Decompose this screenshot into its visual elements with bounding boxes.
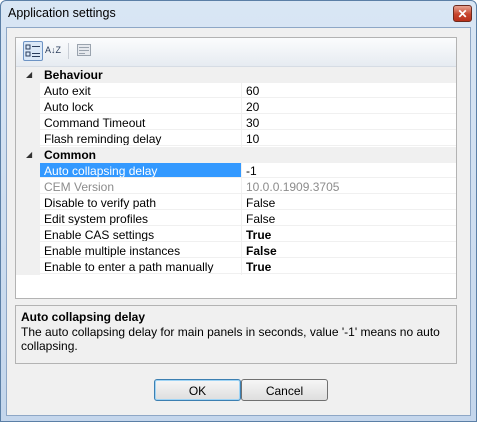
row-gutter xyxy=(16,131,40,147)
collapse-icon[interactable]: ◢ xyxy=(26,147,32,163)
collapse-icon[interactable]: ◢ xyxy=(26,67,32,83)
alphabetical-sort-icon: A↓Z xyxy=(44,45,61,55)
property-row-auto-collapsing-delay[interactable]: Auto collapsing delay -1 xyxy=(16,163,456,179)
categorized-icon xyxy=(25,44,40,57)
categorized-view-button[interactable] xyxy=(23,41,43,61)
row-gutter xyxy=(16,227,40,243)
property-name: CEM Version xyxy=(40,179,241,194)
property-value[interactable]: 30 xyxy=(242,115,456,130)
row-gutter xyxy=(16,243,40,259)
title-bar[interactable]: Application settings ✕ xyxy=(1,1,476,27)
category-common[interactable]: ◢ Common xyxy=(16,147,456,163)
property-value[interactable]: 60 xyxy=(242,83,456,98)
description-text-line-1: The auto collapsing delay for main panel… xyxy=(21,325,440,339)
property-name: Flash reminding delay xyxy=(40,131,241,146)
property-pages-button[interactable] xyxy=(74,41,94,61)
property-value[interactable]: 20 xyxy=(242,99,456,114)
property-description-panel: Auto collapsing delay The auto collapsin… xyxy=(15,305,457,364)
property-value[interactable]: False xyxy=(242,243,456,258)
ok-button[interactable]: OK xyxy=(154,379,241,401)
property-value[interactable]: True xyxy=(242,259,456,274)
row-gutter xyxy=(16,195,40,211)
property-row-edit-system-profiles[interactable]: Edit system profiles False xyxy=(16,211,456,227)
row-gutter xyxy=(16,259,40,275)
property-name: Auto exit xyxy=(40,83,241,98)
description-title: Auto collapsing delay xyxy=(21,310,146,324)
property-row-enable-to-enter-path-manually[interactable]: Enable to enter a path manually True xyxy=(16,259,456,275)
close-button[interactable]: ✕ xyxy=(453,5,472,22)
property-pages-icon xyxy=(77,44,91,56)
property-value[interactable]: False xyxy=(242,195,456,210)
window-title: Application settings xyxy=(8,6,116,20)
property-name: Edit system profiles xyxy=(40,211,241,226)
property-row-disable-to-verify-path[interactable]: Disable to verify path False xyxy=(16,195,456,211)
category-behaviour[interactable]: ◢ Behaviour xyxy=(16,67,456,83)
property-name: Enable CAS settings xyxy=(40,227,241,242)
cancel-button[interactable]: Cancel xyxy=(241,379,328,401)
row-gutter xyxy=(16,211,40,227)
property-row-enable-cas-settings[interactable]: Enable CAS settings True xyxy=(16,227,456,243)
category-label: Common xyxy=(44,148,96,162)
property-row-enable-multiple-instances[interactable]: Enable multiple instances False xyxy=(16,243,456,259)
property-row-auto-lock[interactable]: Auto lock 20 xyxy=(16,99,456,115)
row-gutter xyxy=(16,179,40,195)
property-value: 10.0.0.1909.3705 xyxy=(242,179,456,194)
property-value[interactable]: -1 xyxy=(242,163,456,178)
description-text-line-2: collapsing. xyxy=(21,339,78,353)
property-value[interactable]: False xyxy=(242,211,456,226)
property-grid-toolbar: A↓Z xyxy=(16,38,456,67)
property-row-cem-version[interactable]: CEM Version 10.0.0.1909.3705 xyxy=(16,179,456,195)
close-icon: ✕ xyxy=(457,7,468,21)
property-name: Auto collapsing delay xyxy=(40,163,241,178)
row-gutter xyxy=(16,163,40,179)
property-value[interactable]: 10 xyxy=(242,131,456,146)
property-name: Auto lock xyxy=(40,99,241,114)
alphabetical-view-button[interactable]: A↓Z xyxy=(43,41,63,61)
property-rows: ◢ Behaviour Auto exit 60 Auto lock 20 Co… xyxy=(16,67,456,275)
row-gutter xyxy=(16,115,40,131)
property-value[interactable]: True xyxy=(242,227,456,242)
row-gutter xyxy=(16,83,40,99)
property-row-auto-exit[interactable]: Auto exit 60 xyxy=(16,83,456,99)
property-row-flash-reminding-delay[interactable]: Flash reminding delay 10 xyxy=(16,131,456,147)
property-name: Command Timeout xyxy=(40,115,241,130)
row-gutter xyxy=(16,99,40,115)
property-row-command-timeout[interactable]: Command Timeout 30 xyxy=(16,115,456,131)
property-name: Disable to verify path xyxy=(40,195,241,210)
category-label: Behaviour xyxy=(44,68,103,82)
property-grid: A↓Z ◢ Behaviour Auto exit 60 Auto lock 2… xyxy=(15,37,457,299)
property-name: Enable multiple instances xyxy=(40,243,241,258)
property-name: Enable to enter a path manually xyxy=(40,259,241,274)
toolbar-separator xyxy=(68,43,69,59)
